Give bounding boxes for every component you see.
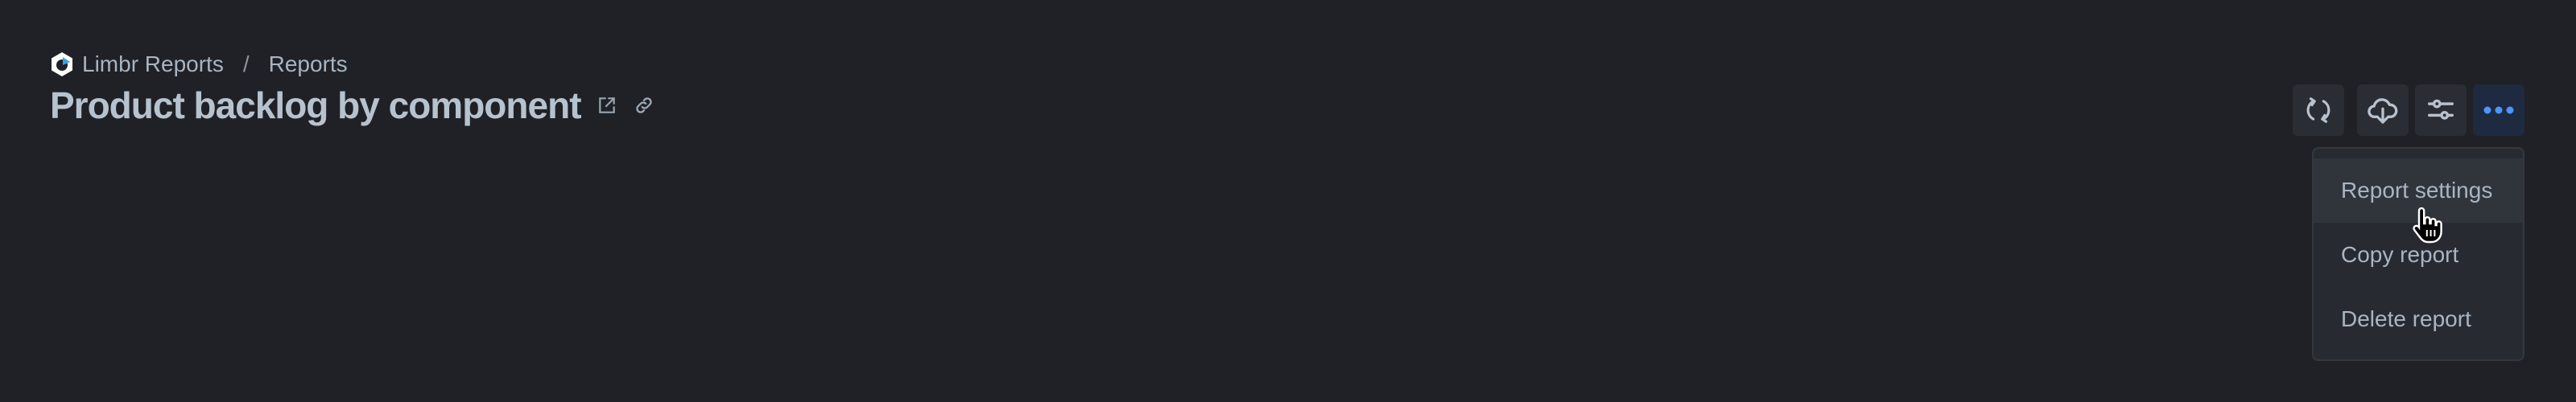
download-button[interactable] [2357, 84, 2409, 136]
refresh-button[interactable] [2293, 84, 2344, 136]
title-row: Product backlog by component [50, 84, 655, 127]
menu-item-report-settings[interactable]: Report settings [2314, 158, 2523, 223]
menu-item-label: Copy report [2341, 242, 2459, 267]
menu-item-copy-report[interactable]: Copy report [2314, 223, 2523, 287]
more-options-button[interactable] [2473, 84, 2524, 136]
limbr-logo-icon[interactable] [50, 51, 74, 77]
sliders-icon [2428, 99, 2454, 120]
cloud-download-icon [2368, 98, 2398, 124]
breadcrumb-reports-link[interactable]: Reports [269, 51, 348, 77]
more-options-menu: Report settings Copy report Delete repor… [2312, 147, 2524, 361]
breadcrumb-app-link[interactable]: Limbr Reports [82, 51, 224, 77]
breadcrumb: Limbr Reports / Reports [50, 51, 348, 77]
menu-item-delete-report[interactable]: Delete report [2314, 287, 2523, 351]
page-title: Product backlog by component [50, 84, 582, 126]
refresh-icon [2306, 97, 2330, 123]
menu-item-label: Delete report [2341, 306, 2471, 331]
menu-item-label: Report settings [2341, 178, 2493, 203]
link-icon[interactable] [633, 94, 655, 117]
breadcrumb-separator: / [242, 51, 250, 76]
more-horizontal-icon [2483, 106, 2514, 114]
filters-button[interactable] [2415, 84, 2467, 136]
external-link-icon[interactable] [596, 94, 618, 117]
